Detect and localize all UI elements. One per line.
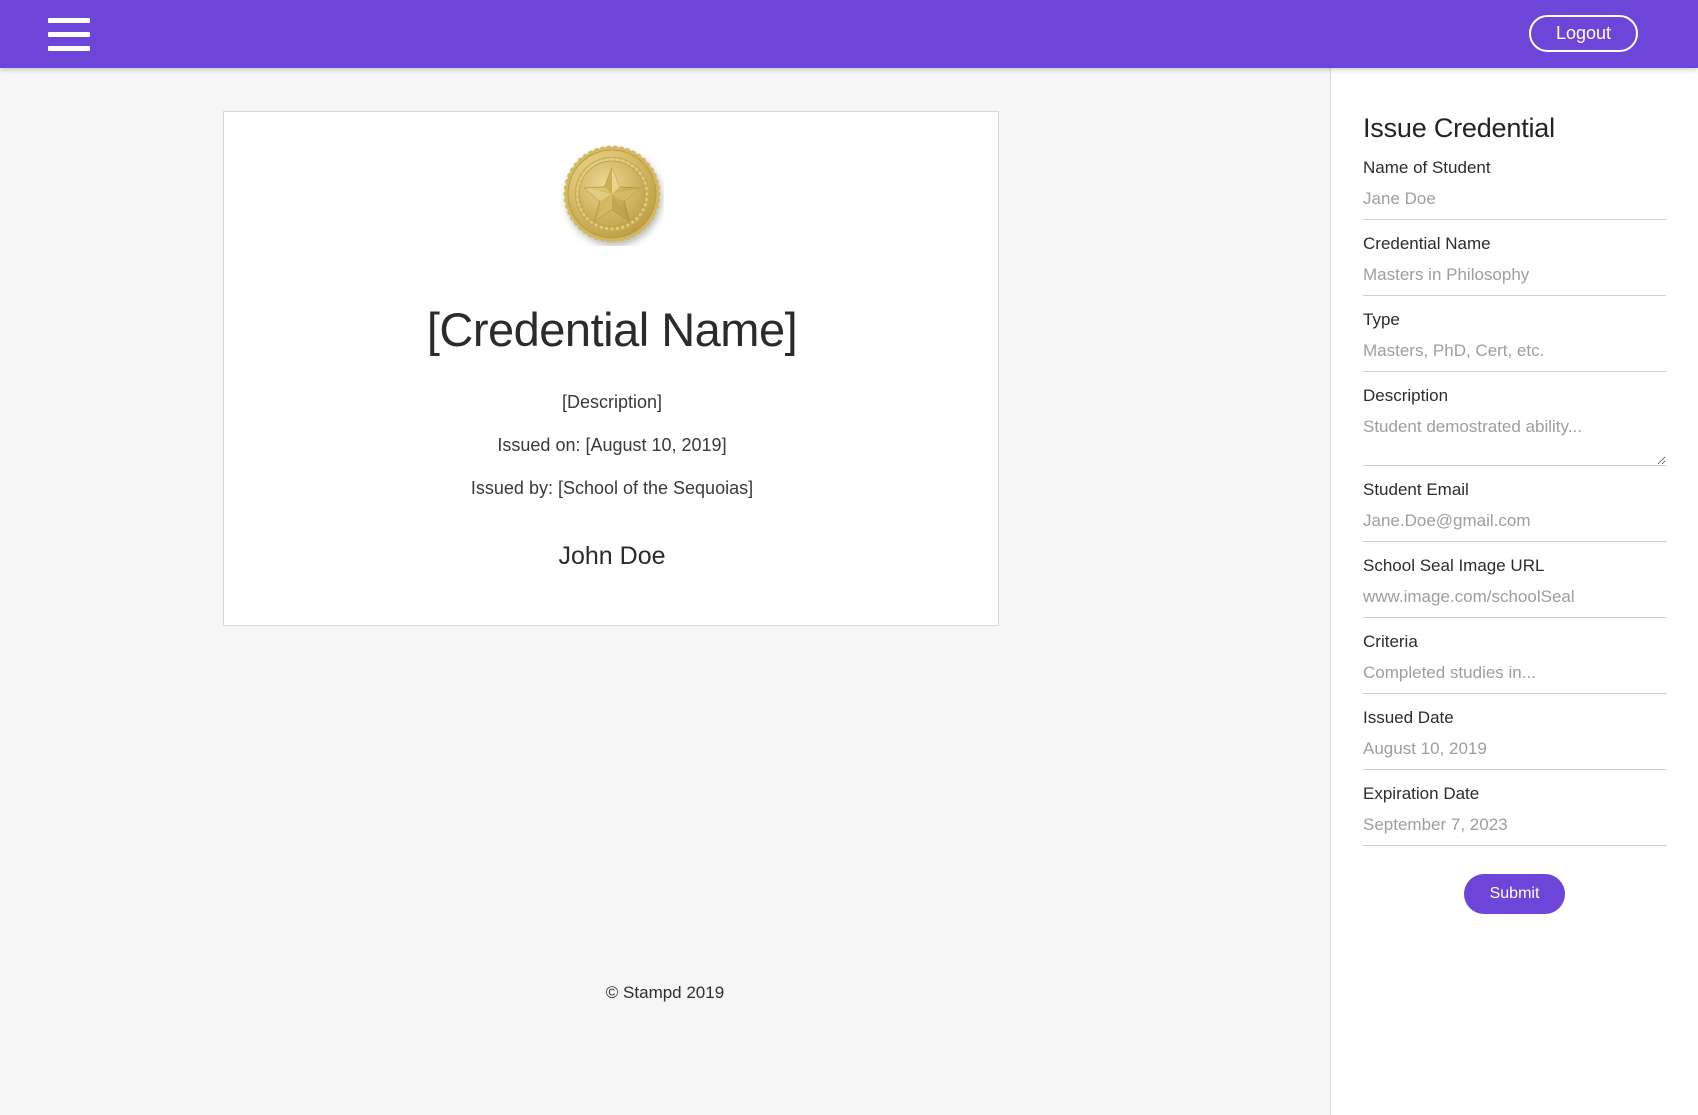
field-label: Description [1363, 386, 1449, 405]
form-field: Issued Date [1363, 708, 1666, 770]
credential-form: Name of Student Credential Name Type Descri… [1363, 158, 1666, 846]
top-navbar: Logout [0, 0, 1698, 68]
credential-issued-by: Issued by: [School of the Sequoias] [470, 478, 754, 498]
field-input[interactable] [1363, 812, 1666, 846]
seal-container [224, 142, 998, 251]
field-input[interactable] [1363, 660, 1666, 694]
hamburger-menu-icon[interactable] [48, 13, 90, 55]
field-label: Name of Student [1363, 158, 1491, 177]
credential-issued-on: Issued on: [August 10, 2019] [497, 435, 727, 455]
field-label: Credential Name [1363, 234, 1491, 253]
field-input[interactable] [1363, 508, 1666, 542]
panel-title: Issue Credential [1363, 113, 1555, 143]
field-label: Student Email [1363, 480, 1469, 499]
field-label: Issued Date [1363, 708, 1454, 727]
form-field: Criteria [1363, 632, 1666, 694]
form-field: Type [1363, 310, 1666, 372]
submit-button[interactable]: Submit [1463, 874, 1566, 914]
main-content: [Credential Name] [Description] Issued o… [0, 68, 1330, 1115]
field-label: Expiration Date [1363, 784, 1480, 803]
field-label: Criteria [1363, 632, 1418, 651]
hamburger-bar [48, 17, 90, 23]
credential-title: [Credential Name] [426, 303, 798, 356]
field-input[interactable] [1363, 414, 1666, 466]
form-field: Name of Student [1363, 158, 1666, 220]
credential-student-name: John Doe [558, 542, 666, 570]
hamburger-bar [48, 45, 90, 51]
hamburger-bar [48, 31, 90, 37]
field-input[interactable] [1363, 584, 1666, 618]
credential-description: [Description] [561, 392, 663, 412]
form-field: School Seal Image URL [1363, 556, 1666, 618]
field-label: School Seal Image URL [1363, 556, 1545, 575]
field-label: Type [1363, 310, 1400, 329]
form-field: Credential Name [1363, 234, 1666, 296]
form-field: Student Email [1363, 480, 1666, 542]
field-input[interactable] [1363, 186, 1666, 220]
credential-preview-card: [Credential Name] [Description] Issued o… [223, 111, 999, 626]
issue-credential-panel: Issue Credential Name of Student Credenti… [1330, 68, 1698, 1115]
logout-button[interactable]: Logout [1528, 15, 1638, 52]
form-field: Description [1363, 386, 1666, 466]
footer-copyright: © Stampd 2019 [605, 983, 725, 1002]
gold-star-seal-icon [560, 142, 664, 246]
field-input[interactable] [1363, 262, 1666, 296]
field-input[interactable] [1363, 736, 1666, 770]
app-root: Logout [Credential Name] [Description] I… [0, 0, 1698, 1115]
form-field: Expiration Date [1363, 784, 1666, 846]
field-input[interactable] [1363, 338, 1666, 372]
submit-row: Submit [1363, 874, 1666, 914]
